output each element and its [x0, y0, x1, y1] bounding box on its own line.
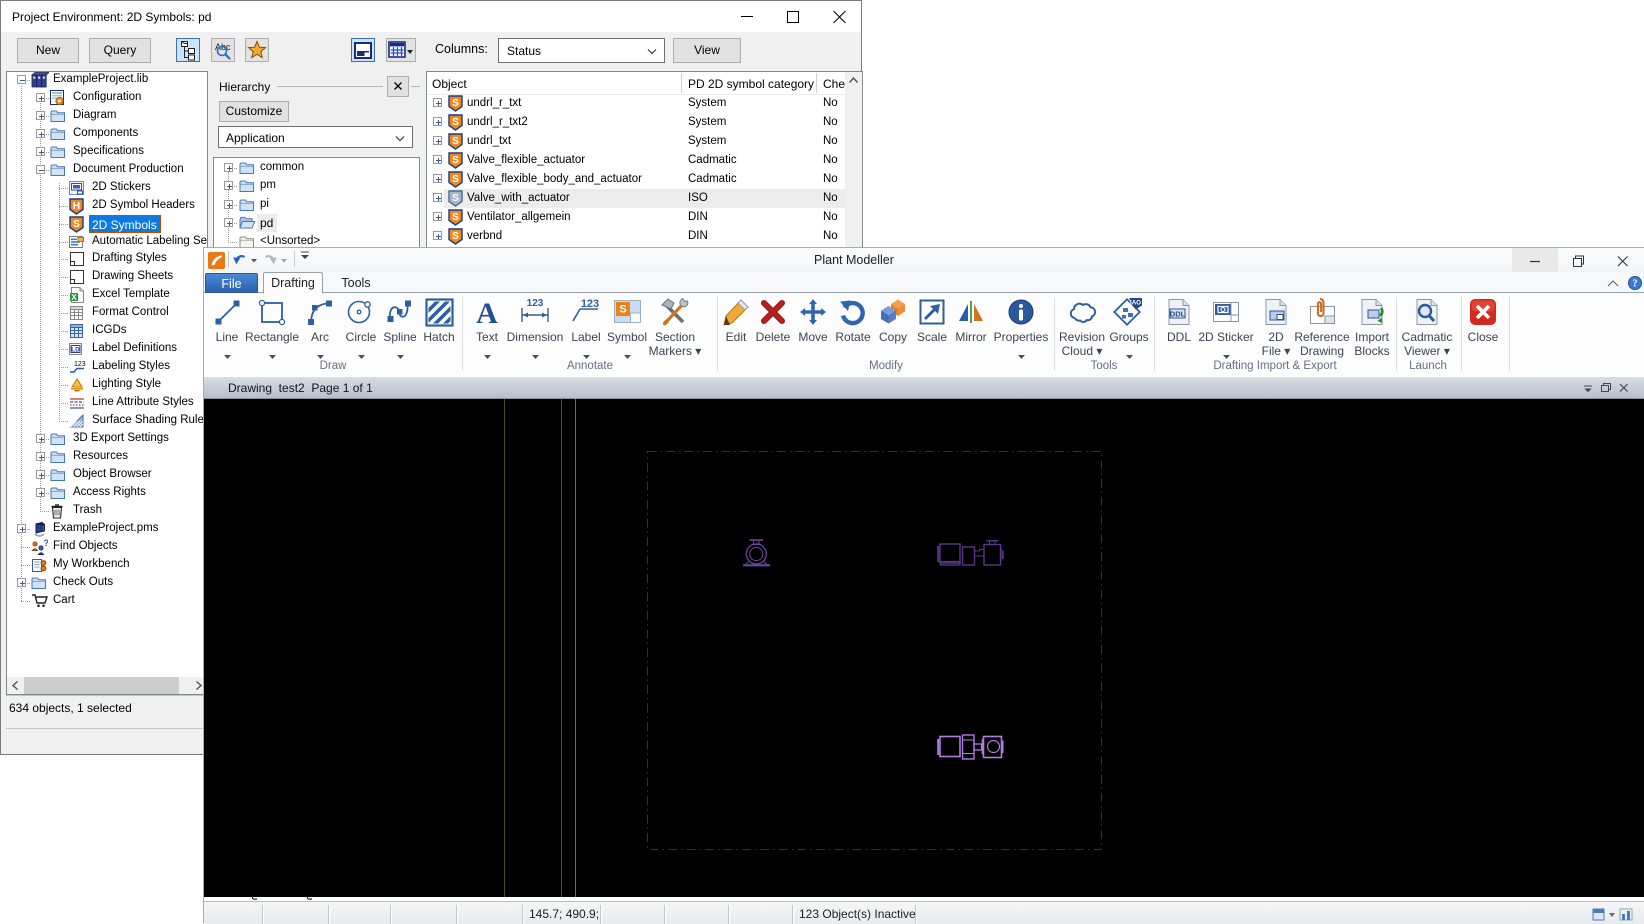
svg-text:S: S: [452, 98, 459, 109]
svg-text:S: S: [619, 304, 626, 316]
svg-text:S: S: [73, 219, 80, 230]
svg-text:LD: LD: [71, 347, 80, 354]
svg-text:?: ?: [1633, 279, 1638, 290]
svg-text:123: 123: [74, 361, 86, 368]
svg-text:S: S: [452, 117, 459, 128]
svg-text:S: S: [452, 174, 459, 185]
svg-text:A: A: [476, 297, 498, 328]
svg-text:S: S: [452, 155, 459, 166]
svg-text:IAO: IAO: [1130, 300, 1141, 307]
svg-text:?: ?: [44, 539, 49, 548]
svg-text:S: S: [452, 193, 459, 204]
svg-text:S: S: [452, 136, 459, 147]
svg-text:S: S: [452, 212, 459, 223]
svg-text:X: X: [71, 292, 77, 302]
svg-text:123: 123: [527, 298, 544, 309]
svg-text:DDL: DDL: [1170, 310, 1186, 319]
svg-text:H: H: [73, 201, 80, 212]
svg-text:S: S: [452, 231, 459, 242]
